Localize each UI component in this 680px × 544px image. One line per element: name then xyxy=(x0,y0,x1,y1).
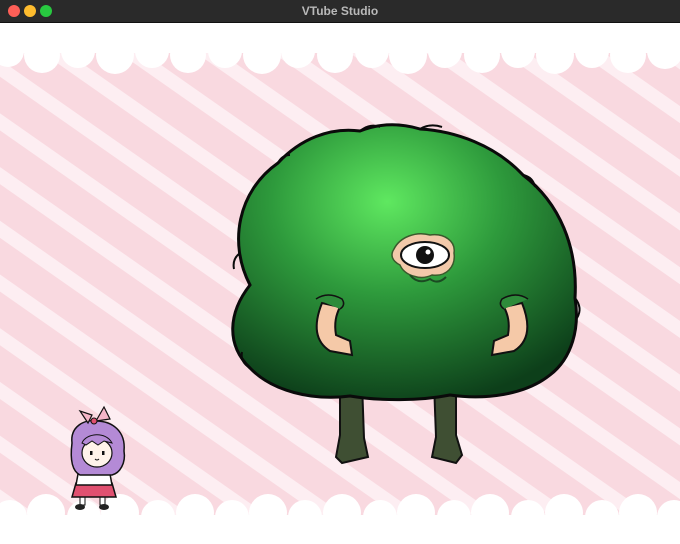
title-bar[interactable]: VTube Studio xyxy=(0,0,680,23)
window-title: VTube Studio xyxy=(301,4,379,18)
scene-svg xyxy=(0,23,680,544)
monster-pupil xyxy=(416,246,434,264)
vtube-canvas[interactable] xyxy=(0,23,680,544)
app-window: VTube Studio xyxy=(0,0,680,544)
monster-eye-glint xyxy=(425,249,431,255)
